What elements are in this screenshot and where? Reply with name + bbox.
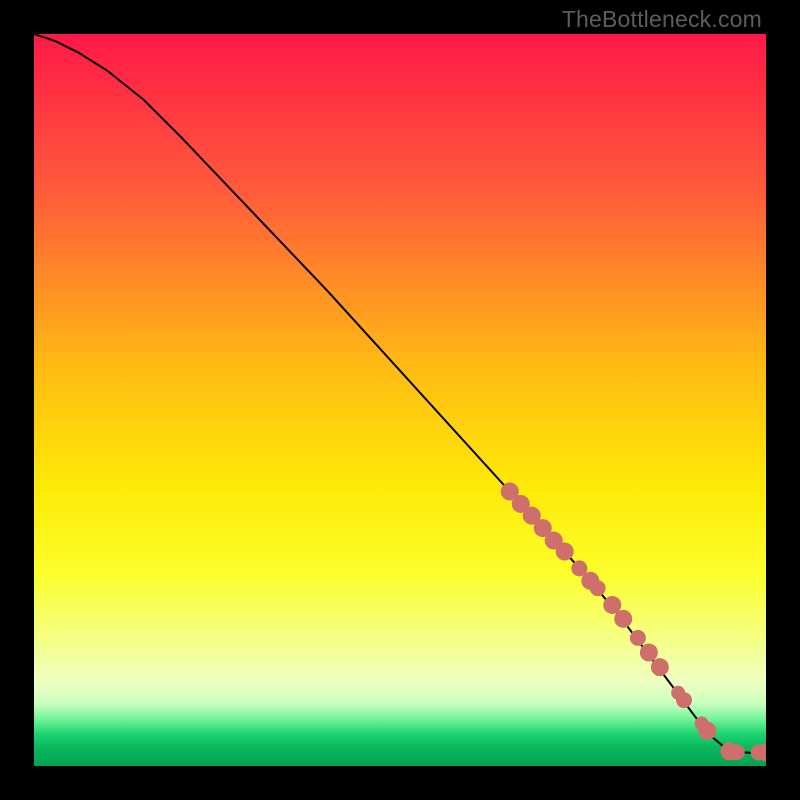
data-point <box>614 610 632 628</box>
chart-svg <box>34 34 766 766</box>
data-point <box>676 692 692 708</box>
curve-line <box>34 34 766 753</box>
data-point <box>556 543 574 561</box>
data-point <box>698 722 716 740</box>
data-point <box>590 580 606 596</box>
data-point <box>630 630 646 646</box>
plot-area <box>34 34 766 766</box>
data-point <box>640 644 658 662</box>
watermark-text: TheBottleneck.com <box>562 6 762 33</box>
data-point <box>651 658 669 676</box>
data-point <box>729 744 745 760</box>
chart-frame: TheBottleneck.com <box>0 0 800 800</box>
dots-group <box>501 483 766 762</box>
